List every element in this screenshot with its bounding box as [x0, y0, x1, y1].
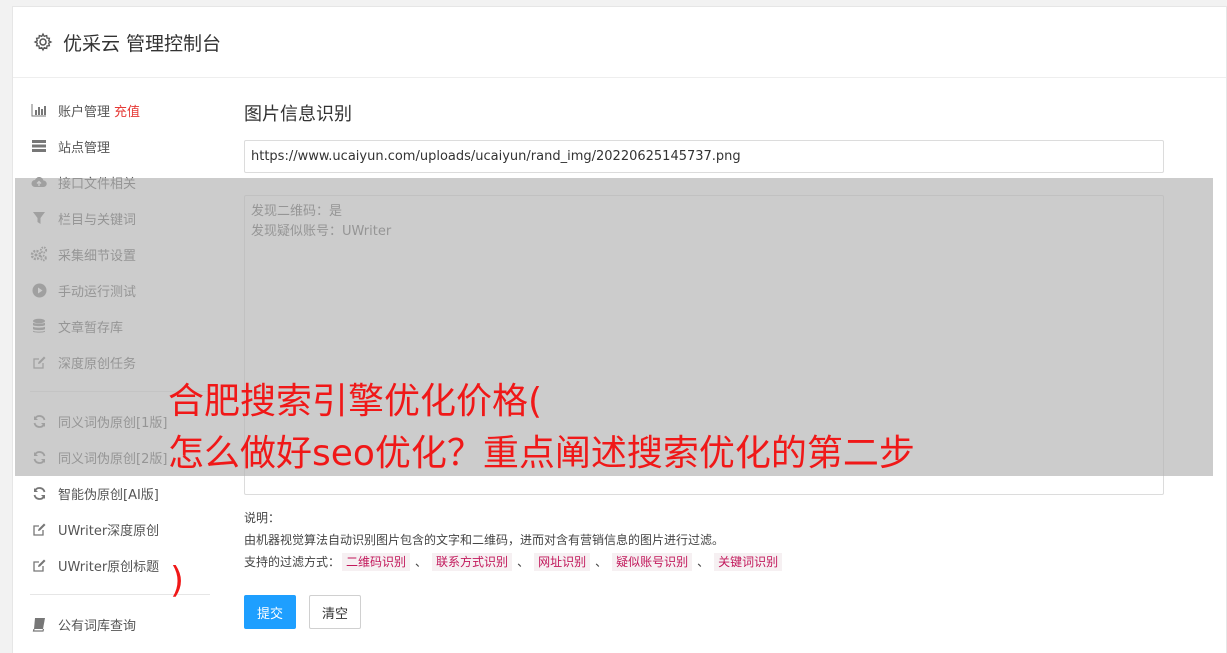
filter-label: 支持的过滤方式： — [244, 555, 341, 569]
gear-icon — [33, 32, 53, 52]
sidebar-item-deep-original[interactable]: 深度原创任务 — [30, 344, 210, 380]
result-line-account: 发现疑似账号：UWriter — [251, 224, 392, 239]
recharge-link[interactable]: 充值 — [114, 101, 140, 120]
clear-button[interactable]: 清空 — [309, 595, 362, 629]
sidebar-item-columns[interactable]: 栏目与关键词 — [30, 200, 210, 236]
database-icon — [30, 317, 48, 335]
sidebar-item-label: 站点管理 — [58, 140, 111, 156]
sidebar-item-public-lexicon[interactable]: 公有词库查询 — [30, 606, 210, 642]
submit-button[interactable]: 提交 — [244, 595, 297, 629]
separator: 、 — [697, 555, 710, 569]
edit-icon — [30, 556, 48, 574]
action-buttons: 提交 清空 — [244, 595, 1164, 629]
edit-icon — [30, 520, 48, 538]
sidebar-item-smart-ai[interactable]: 智能伪原创[AI版] — [30, 475, 210, 511]
sidebar-item-label: 栏目与关键词 — [58, 212, 137, 228]
filter-icon — [30, 209, 48, 227]
console-header: 优采云 管理控制台 — [13, 7, 1226, 78]
note-title: 说明： — [244, 511, 281, 525]
filter-methods: 支持的过滤方式： 二维码识别、联系方式识别、网址识别、疑似账号识别、关键词识别 — [244, 551, 1164, 573]
play-circle-icon — [30, 281, 48, 299]
refresh-icon — [30, 484, 48, 502]
sidebar-item-manual-run[interactable]: 手动运行测试 — [30, 272, 210, 308]
sidebar-item-label: 手动运行测试 — [58, 284, 137, 300]
result-textarea[interactable]: 发现二维码：是 发现疑似账号：UWriter — [244, 195, 1164, 495]
sidebar-item-uwriter-deep[interactable]: UWriter深度原创 — [30, 511, 210, 547]
sidebar-item-sites[interactable]: 站点管理 — [30, 128, 210, 164]
section-heading: 图片信息识别 — [244, 104, 352, 125]
sidebar-item-collect-settings[interactable]: 采集细节设置 — [30, 236, 210, 272]
description-block: 说明： 由机器视觉算法自动识别图片包含的文字和二维码，进而对含有营销信息的图片进… — [244, 507, 1164, 573]
gears-icon — [30, 245, 48, 263]
sidebar-item-label: 文章暂存库 — [58, 320, 124, 336]
filter-tag-keyword: 关键词识别 — [714, 553, 783, 571]
sidebar-item-label: 采集细节设置 — [58, 248, 137, 264]
headline-closing-paren: ) — [170, 560, 185, 601]
result-line-qrcode: 发现二维码：是 — [251, 204, 343, 219]
edit-icon — [30, 353, 48, 371]
server-icon — [30, 137, 48, 155]
main-content: 图片信息识别 发现二维码：是 发现疑似账号：UWriter 说明： 由机器视觉算… — [244, 100, 1164, 629]
sidebar-item-label: 公有词库查询 — [58, 618, 137, 634]
sidebar-item-article-store[interactable]: 文章暂存库 — [30, 308, 210, 344]
sidebar-item-interface[interactable]: 接口文件相关 — [30, 164, 210, 200]
sidebar-item-label: 同义词伪原创[2版] — [58, 451, 168, 467]
sidebar-item-label: 接口文件相关 — [58, 176, 137, 192]
page-title: 优采云 管理控制台 — [63, 32, 222, 55]
filter-tag-contact: 联系方式识别 — [432, 553, 513, 571]
sidebar-item-label: 账户管理 — [58, 104, 111, 120]
filter-tag-account: 疑似账号识别 — [612, 553, 693, 571]
sidebar-item-synonym-v2[interactable]: 同义词伪原创[2版] — [30, 439, 210, 475]
note-description: 由机器视觉算法自动识别图片包含的文字和二维码，进而对含有营销信息的图片进行过滤。 — [244, 533, 725, 547]
book-icon — [30, 615, 48, 633]
separator: 、 — [517, 555, 530, 569]
sidebar-item-account[interactable]: 账户管理 充值 — [30, 92, 210, 128]
separator: 、 — [415, 555, 428, 569]
separator: 、 — [595, 555, 608, 569]
cloud-upload-icon — [30, 173, 48, 191]
sidebar-item-label: 智能伪原创[AI版] — [58, 487, 159, 503]
refresh-icon — [30, 412, 48, 430]
sidebar-item-label: 同义词伪原创[1版] — [58, 415, 168, 431]
refresh-icon — [30, 448, 48, 466]
bar-chart-icon — [30, 101, 48, 119]
sidebar-item-synonym-v1[interactable]: 同义词伪原创[1版] — [30, 403, 210, 439]
sidebar-item-label: 深度原创任务 — [58, 356, 137, 372]
sidebar-item-label: UWriter原创标题 — [58, 559, 160, 575]
filter-tag-url: 网址识别 — [534, 553, 591, 571]
sidebar-item-label: UWriter深度原创 — [58, 523, 160, 539]
filter-tag-qrcode: 二维码识别 — [342, 553, 411, 571]
sidebar-divider — [30, 391, 210, 392]
image-url-input[interactable] — [244, 140, 1164, 173]
